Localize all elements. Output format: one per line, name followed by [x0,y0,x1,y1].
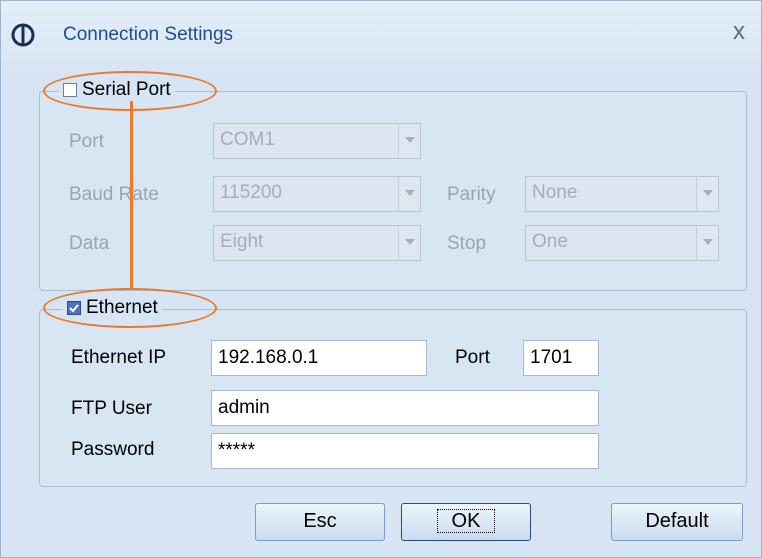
ethernet-port-label: Port [455,347,490,368]
ethernet-port-input[interactable] [523,340,599,376]
parity-label: Parity [447,184,496,205]
checkmark-icon [69,304,79,313]
data-select-value: Eight [220,231,264,252]
data-select[interactable]: Eight [213,225,421,261]
parity-select-value: None [532,182,578,203]
serial-port-legend: Serial Port [59,77,175,103]
ethernet-ip-label: Ethernet IP [71,347,167,368]
chevron-down-icon[interactable] [398,226,420,260]
highlight-connector [130,101,133,288]
ok-button[interactable]: OK [401,503,531,541]
password-label: Password [71,439,155,460]
stop-label: Stop [447,233,487,254]
ftp-user-input[interactable] [211,390,599,426]
window-title: Connection Settings [63,24,234,45]
chevron-down-icon[interactable] [398,177,420,211]
chevron-down-icon[interactable] [696,177,718,211]
default-button-label: Default [645,510,709,532]
stop-select-value: One [532,231,568,252]
ethernet-label: Ethernet [86,297,158,318]
serial-port-label: Serial Port [82,79,171,100]
esc-button-label: Esc [303,510,337,532]
password-input[interactable] [211,433,599,469]
default-button[interactable]: Default [611,503,743,541]
chevron-down-icon[interactable] [398,124,420,158]
data-label: Data [69,233,110,254]
chevron-down-icon[interactable] [696,226,718,260]
ethernet-ip-input[interactable] [211,340,427,376]
parity-select[interactable]: None [525,176,719,212]
connection-settings-dialog: Connection Settings x Serial Port Port C… [0,0,762,558]
ethernet-checkbox[interactable] [67,301,81,315]
port-select[interactable]: COM1 [213,123,421,159]
ftp-user-label: FTP User [71,398,152,419]
esc-button[interactable]: Esc [255,503,385,541]
app-logo-icon [11,23,35,47]
baud-rate-select-value: 115200 [220,182,282,203]
close-icon[interactable]: x [733,20,745,44]
port-label: Port [69,131,104,152]
baud-rate-label: Baud Rate [69,184,159,205]
baud-rate-select[interactable]: 115200 [213,176,421,212]
stop-select[interactable]: One [525,225,719,261]
ethernet-legend: Ethernet [63,295,162,321]
port-select-value: COM1 [220,129,275,150]
serial-port-checkbox[interactable] [63,83,77,97]
ok-button-label: OK [436,509,496,533]
title-bar: Connection Settings x [1,1,761,71]
